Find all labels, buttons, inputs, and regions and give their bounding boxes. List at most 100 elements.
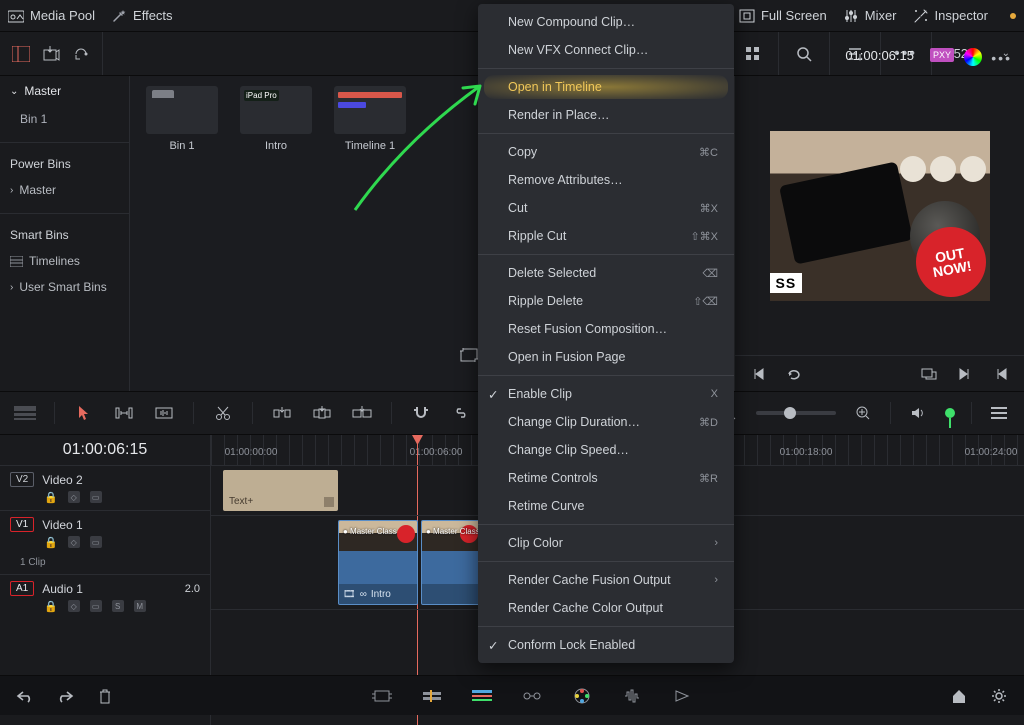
menu-item[interactable]: Cut⌘X	[478, 194, 734, 222]
menu-item[interactable]: Copy⌘C	[478, 138, 734, 166]
folder-icon	[146, 86, 218, 134]
undo-button[interactable]	[14, 685, 36, 707]
clip-timeline[interactable]: Timeline 1	[334, 86, 406, 152]
project-settings-button[interactable]	[988, 685, 1010, 707]
thumbnail-view-button[interactable]	[742, 43, 764, 65]
menu-item[interactable]: Conform Lock Enabled	[478, 631, 734, 659]
lock-icon[interactable]: 🔒	[44, 536, 58, 549]
link-button[interactable]	[450, 402, 472, 424]
full-screen-button[interactable]: Full Screen	[739, 8, 827, 23]
viewer-options-button[interactable]: •••	[991, 50, 1012, 66]
menu-item[interactable]: Render in Place…	[478, 101, 734, 129]
media-page-button[interactable]	[371, 685, 393, 707]
loop-button[interactable]	[783, 363, 805, 385]
compound-clip[interactable]	[421, 520, 481, 605]
bin-item[interactable]: Bin 1	[0, 106, 129, 132]
track-visible-button[interactable]: ▭	[90, 536, 102, 548]
snapping-button[interactable]	[410, 402, 432, 424]
auto-select-button[interactable]: ◇	[68, 491, 80, 503]
lock-icon[interactable]: 🔒	[44, 491, 58, 504]
search-button[interactable]	[793, 43, 815, 65]
power-bin-master[interactable]: ›Master	[0, 177, 129, 203]
cut-page-button[interactable]	[421, 685, 443, 707]
chevron-right-icon: ›	[10, 282, 13, 293]
menu-item[interactable]: Open in Timeline	[478, 73, 734, 101]
viewer-timecode[interactable]: 01:00:06:15	[845, 48, 914, 63]
auto-select-button[interactable]: ◇	[68, 600, 80, 612]
menu-item[interactable]: Enable ClipX	[478, 380, 734, 408]
replace-clip-button[interactable]	[351, 402, 373, 424]
volume-dim-button[interactable]	[945, 408, 955, 418]
insert-clip-button[interactable]	[271, 402, 293, 424]
viewer-area[interactable]: SS OUT NOW!	[735, 76, 1024, 355]
overwrite-clip-button[interactable]	[311, 402, 333, 424]
bypass-color-icon[interactable]	[964, 48, 982, 66]
timeline-view-options-button[interactable]	[14, 402, 36, 424]
selection-tool-button[interactable]	[73, 402, 95, 424]
dynamic-trim-button[interactable]	[153, 402, 175, 424]
track-audible-button[interactable]: ▭	[90, 600, 102, 612]
home-button[interactable]	[948, 685, 970, 707]
effects-tab[interactable]: Effects	[111, 8, 173, 24]
inspector-button[interactable]: Inspector	[913, 8, 988, 24]
menu-item[interactable]: New Compound Clip…	[478, 8, 734, 36]
menu-item[interactable]: Reset Fusion Composition…	[478, 315, 734, 343]
transform-overlay-button[interactable]	[458, 344, 480, 366]
mixer-button[interactable]: Mixer	[843, 8, 897, 24]
menu-item[interactable]: Delete Selected⌫	[478, 259, 734, 287]
track-header-v1[interactable]: V1Video 1 🔒◇▭ 1 Clip	[0, 510, 210, 574]
effects-icon	[111, 8, 127, 24]
menu-item[interactable]: Remove Attributes…	[478, 166, 734, 194]
timeline-timecode[interactable]: 01:00:06:15	[0, 435, 210, 465]
menu-item[interactable]: Change Clip Speed…	[478, 436, 734, 464]
menu-item[interactable]: Retime Controls⌘R	[478, 464, 734, 492]
proxy-badge[interactable]: PXY	[930, 48, 954, 62]
menu-item-label: Reset Fusion Composition…	[508, 322, 667, 336]
master-bin[interactable]: ⌄Master	[0, 76, 129, 106]
trim-tool-button[interactable]	[113, 402, 135, 424]
fusion-page-button[interactable]	[521, 685, 543, 707]
smart-bin-timelines[interactable]: Timelines	[0, 248, 129, 274]
color-page-button[interactable]	[571, 685, 593, 707]
track-visible-button[interactable]: ▭	[90, 491, 102, 503]
solo-button[interactable]: S	[112, 600, 124, 612]
blade-tool-button[interactable]	[212, 402, 234, 424]
track-header-v2[interactable]: V2Video 2 🔒◇▭	[0, 465, 210, 510]
menu-item-label: Delete Selected	[508, 266, 596, 280]
prev-edit-button[interactable]	[990, 363, 1012, 385]
delete-button[interactable]	[94, 685, 116, 707]
menu-item[interactable]: Clip Color›	[478, 529, 734, 557]
bin-folder[interactable]: Bin 1	[146, 86, 218, 152]
menu-item[interactable]: Render Cache Fusion Output›	[478, 566, 734, 594]
edit-page-button[interactable]	[471, 685, 493, 707]
menu-item[interactable]: New VFX Connect Clip…	[478, 36, 734, 64]
menu-item[interactable]: Open in Fusion Page	[478, 343, 734, 371]
timeline-menu-button[interactable]	[988, 402, 1010, 424]
text-clip[interactable]	[223, 470, 338, 511]
track-header-a1[interactable]: A1Audio 12.0 🔒◇▭SM	[0, 574, 210, 619]
menu-item[interactable]: Ripple Cut⇧⌘X	[478, 222, 734, 250]
menu-item[interactable]: Render Cache Color Output	[478, 594, 734, 622]
lock-icon[interactable]: 🔒	[44, 600, 58, 613]
next-edit-button[interactable]	[954, 363, 976, 385]
smart-bin-user[interactable]: ›User Smart Bins	[0, 274, 129, 300]
import-media-button[interactable]	[40, 43, 62, 65]
mute-button[interactable]: M	[134, 600, 146, 612]
menu-item[interactable]: Retime Curve	[478, 492, 734, 520]
deliver-page-button[interactable]	[671, 685, 693, 707]
zoom-in-button[interactable]	[852, 402, 874, 424]
media-pool-tab[interactable]: Media Pool	[8, 8, 95, 23]
fairlight-page-button[interactable]	[621, 685, 643, 707]
auto-select-button[interactable]: ◇	[68, 536, 80, 548]
compound-clip[interactable]: 🎞∞Intro	[338, 520, 418, 605]
bin-list-view-button[interactable]	[10, 43, 32, 65]
sync-clips-button[interactable]	[70, 43, 92, 65]
match-frame-button[interactable]	[918, 363, 940, 385]
menu-item[interactable]: Change Clip Duration…⌘D	[478, 408, 734, 436]
jump-prev-button[interactable]	[747, 363, 769, 385]
clip-intro[interactable]: Intro	[240, 86, 312, 152]
menu-item[interactable]: Ripple Delete⇧⌫	[478, 287, 734, 315]
redo-button[interactable]	[54, 685, 76, 707]
volume-button[interactable]	[907, 402, 929, 424]
zoom-slider[interactable]	[756, 411, 836, 415]
